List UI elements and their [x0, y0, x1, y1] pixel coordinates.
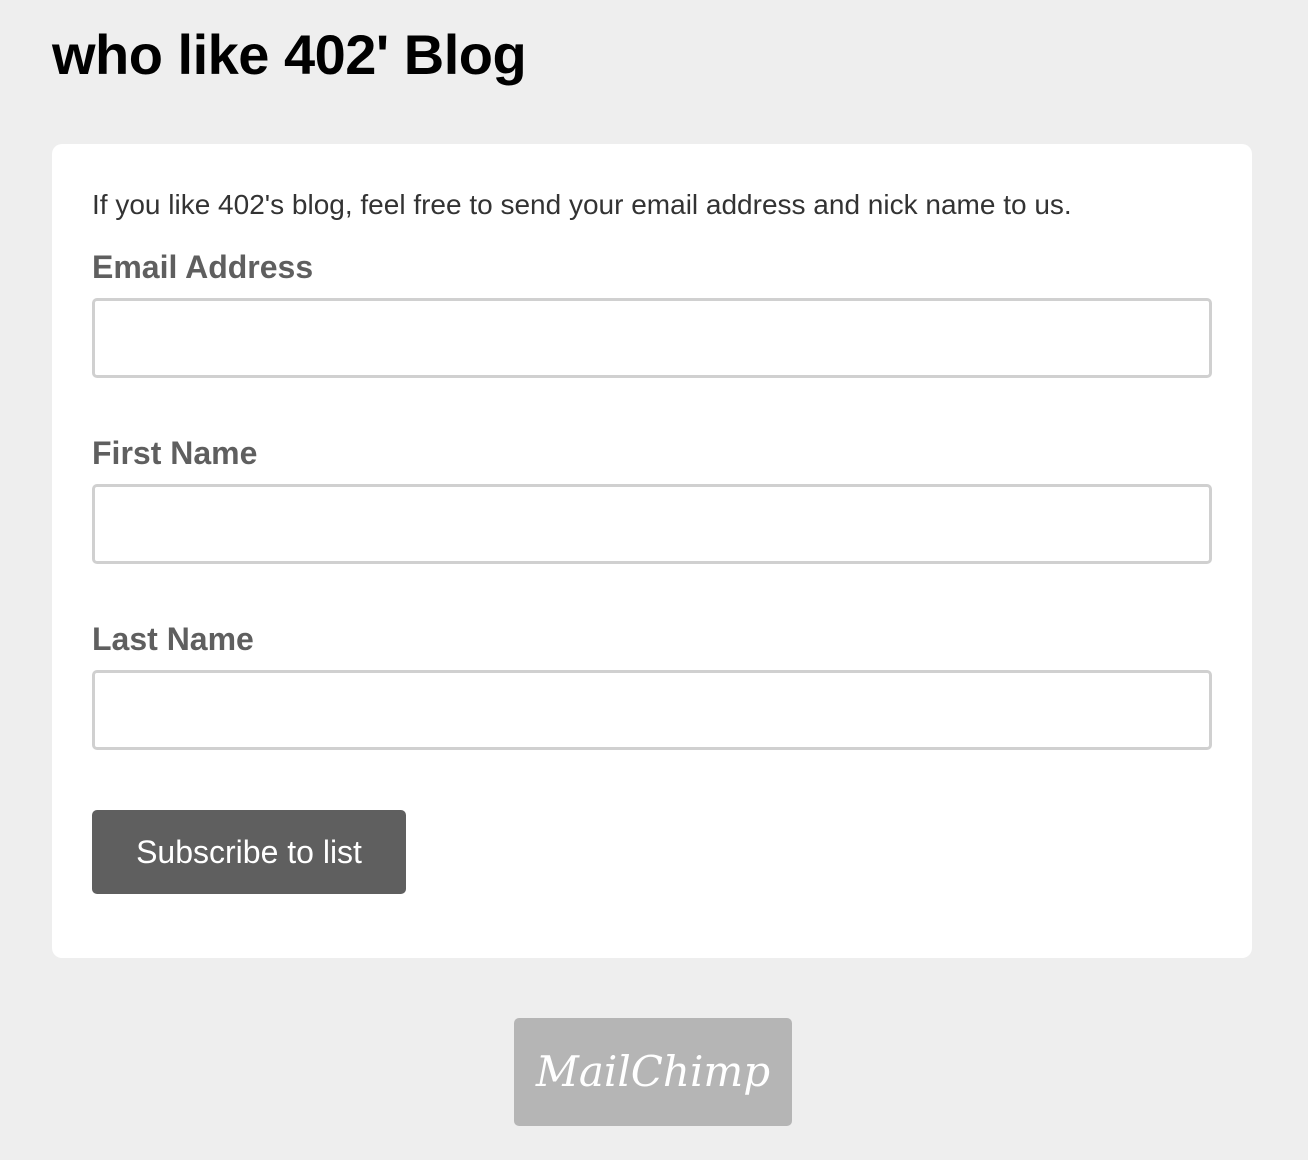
last-name-input[interactable]	[92, 670, 1212, 750]
first-name-input[interactable]	[92, 484, 1212, 564]
email-address-label: Email Address	[92, 249, 314, 285]
mailchimp-badge-link[interactable]: MailChimp	[514, 1018, 792, 1126]
email-address-input[interactable]	[92, 298, 1212, 378]
mailchimp-logo-text: MailChimp	[535, 1047, 770, 1096]
page-title: who like 402' Blog	[52, 23, 527, 86]
first-name-label: First Name	[92, 435, 258, 471]
signup-form-card: If you like 402's blog, feel free to sen…	[52, 144, 1252, 958]
mailchimp-logo: MailChimp	[535, 1047, 770, 1096]
subscribe-button[interactable]: Subscribe to list	[92, 810, 406, 894]
form-intro-text: If you like 402's blog, feel free to sen…	[92, 189, 1072, 220]
last-name-label: Last Name	[92, 621, 254, 657]
